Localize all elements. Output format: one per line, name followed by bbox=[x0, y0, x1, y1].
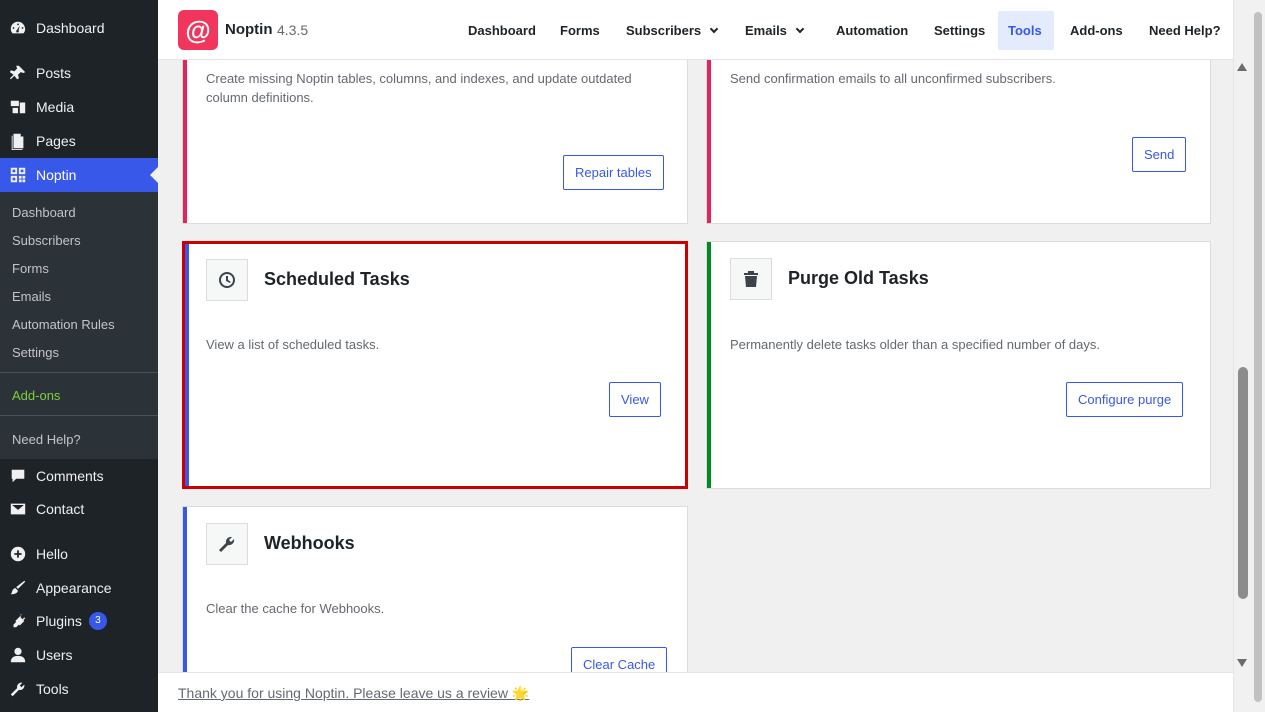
nav-forms[interactable]: Forms bbox=[550, 11, 610, 50]
configure-purge-button[interactable]: Configure purge bbox=[1066, 382, 1184, 417]
brand-name: Noptin bbox=[225, 21, 273, 38]
card-description: Permanently delete tasks older than a sp… bbox=[730, 337, 1100, 352]
review-link[interactable]: Thank you for using Noptin. Please leave… bbox=[178, 685, 529, 702]
nav-tools[interactable]: Tools bbox=[998, 11, 1054, 50]
scroll-up-arrow-icon[interactable] bbox=[1237, 63, 1247, 71]
card-title: Scheduled Tasks bbox=[264, 269, 410, 289]
pages-icon bbox=[8, 131, 28, 151]
users-icon bbox=[8, 645, 28, 665]
wrench-icon bbox=[8, 679, 28, 699]
submenu-item-need-help[interactable]: Need Help? bbox=[12, 432, 81, 447]
submenu-divider bbox=[0, 415, 158, 416]
sidebar-item-plugins[interactable]: Plugins 3 bbox=[0, 604, 158, 638]
card-accent-bar bbox=[707, 242, 711, 488]
card-description: View a list of scheduled tasks. bbox=[206, 337, 380, 352]
submenu-item-forms[interactable]: Forms bbox=[12, 261, 49, 276]
wrench-icon bbox=[206, 523, 248, 565]
admin-footer: Thank you for using Noptin. Please leave… bbox=[158, 672, 1233, 712]
noptin-header: @ Noptin 4.3.5 Dashboard Forms Subscribe… bbox=[158, 0, 1233, 60]
purge-old-tasks-card: Purge Old Tasks Permanently delete tasks… bbox=[706, 241, 1211, 489]
card-title: Purge Old Tasks bbox=[788, 268, 929, 288]
clear-cache-button[interactable]: Clear Cache bbox=[571, 647, 668, 672]
media-icon bbox=[8, 97, 28, 117]
version-label: 4.3.5 bbox=[277, 22, 309, 38]
nav-dashboard[interactable]: Dashboard bbox=[458, 11, 546, 50]
grid-icon bbox=[8, 165, 28, 185]
noptin-submenu: Dashboard Subscribers Forms Emails Autom… bbox=[0, 192, 158, 459]
submenu-item-settings[interactable]: Settings bbox=[12, 345, 59, 360]
card-accent-bar bbox=[183, 60, 187, 223]
pin-icon bbox=[8, 63, 28, 83]
dashboard-icon bbox=[8, 18, 28, 38]
submenu-item-emails[interactable]: Emails bbox=[12, 289, 51, 304]
submenu-item-automation-rules[interactable]: Automation Rules bbox=[12, 317, 115, 332]
sidebar-item-contact[interactable]: Contact bbox=[0, 492, 158, 526]
repair-tables-button[interactable]: Repair tables bbox=[563, 155, 664, 190]
sidebar-item-comments[interactable]: Comments bbox=[0, 459, 158, 493]
sidebar-item-appearance[interactable]: Appearance bbox=[0, 571, 158, 605]
nav-emails[interactable]: Emails bbox=[735, 11, 813, 50]
plugins-update-badge: 3 bbox=[88, 612, 107, 630]
at-sign-icon: @ bbox=[185, 15, 211, 45]
nav-settings[interactable]: Settings bbox=[924, 11, 995, 50]
chevron-down-icon bbox=[795, 24, 805, 33]
view-tasks-button[interactable]: View bbox=[609, 382, 661, 417]
sidebar-item-media[interactable]: Media bbox=[0, 90, 158, 124]
comments-icon bbox=[8, 466, 28, 486]
clock-icon bbox=[206, 259, 248, 301]
sidebar-item-hello[interactable]: Hello bbox=[0, 537, 158, 571]
sidebar-item-tools[interactable]: Tools bbox=[0, 672, 158, 706]
card-description: Send confirmation emails to all unconfir… bbox=[730, 71, 1056, 86]
card-accent-bar bbox=[707, 60, 711, 223]
submenu-item-addons[interactable]: Add-ons bbox=[12, 388, 60, 403]
card-accent-bar bbox=[183, 507, 187, 672]
card-title: Webhooks bbox=[264, 533, 355, 553]
plus-circle-icon bbox=[8, 544, 28, 564]
admin-sidebar: Dashboard Posts Media Pages Noptin Dashb… bbox=[0, 0, 158, 712]
nav-subscribers[interactable]: Subscribers bbox=[616, 11, 727, 50]
sidebar-item-pages[interactable]: Pages bbox=[0, 124, 158, 158]
paintbrush-icon bbox=[8, 578, 28, 598]
nav-need-help[interactable]: Need Help? bbox=[1139, 11, 1231, 50]
window-scrollbar-thumb[interactable] bbox=[1254, 12, 1262, 702]
sidebar-item-noptin[interactable]: Noptin bbox=[0, 158, 158, 192]
submenu-divider bbox=[0, 372, 158, 373]
card-accent-bar bbox=[185, 244, 189, 486]
mail-icon bbox=[8, 499, 28, 519]
card-description: Create missing Noptin tables, columns, a… bbox=[206, 71, 632, 105]
tools-content: Create missing Noptin tables, columns, a… bbox=[158, 60, 1233, 672]
scroll-down-arrow-icon[interactable] bbox=[1237, 659, 1247, 667]
send-confirmation-card: Send confirmation emails to all unconfir… bbox=[706, 60, 1211, 224]
sidebar-item-users[interactable]: Users bbox=[0, 638, 158, 672]
nav-addons[interactable]: Add-ons bbox=[1060, 11, 1133, 50]
scheduled-tasks-card: Scheduled Tasks View a list of scheduled… bbox=[182, 241, 688, 489]
submenu-item-subscribers[interactable]: Subscribers bbox=[12, 233, 81, 248]
nav-automation[interactable]: Automation bbox=[826, 11, 918, 50]
content-scrollbar-thumb[interactable] bbox=[1238, 367, 1248, 599]
trash-icon bbox=[730, 258, 772, 300]
plugin-icon bbox=[8, 611, 28, 631]
noptin-logo: @ bbox=[178, 10, 218, 50]
sidebar-item-posts[interactable]: Posts bbox=[0, 56, 158, 90]
submenu-item-dashboard[interactable]: Dashboard bbox=[12, 205, 76, 220]
sidebar-item-dashboard[interactable]: Dashboard bbox=[0, 11, 158, 45]
send-button[interactable]: Send bbox=[1132, 137, 1187, 172]
card-description: Clear the cache for Webhooks. bbox=[206, 601, 385, 616]
webhooks-card: Webhooks Clear the cache for Webhooks. C… bbox=[182, 506, 688, 672]
chevron-down-icon bbox=[709, 24, 719, 33]
repair-tables-card: Create missing Noptin tables, columns, a… bbox=[182, 60, 688, 224]
